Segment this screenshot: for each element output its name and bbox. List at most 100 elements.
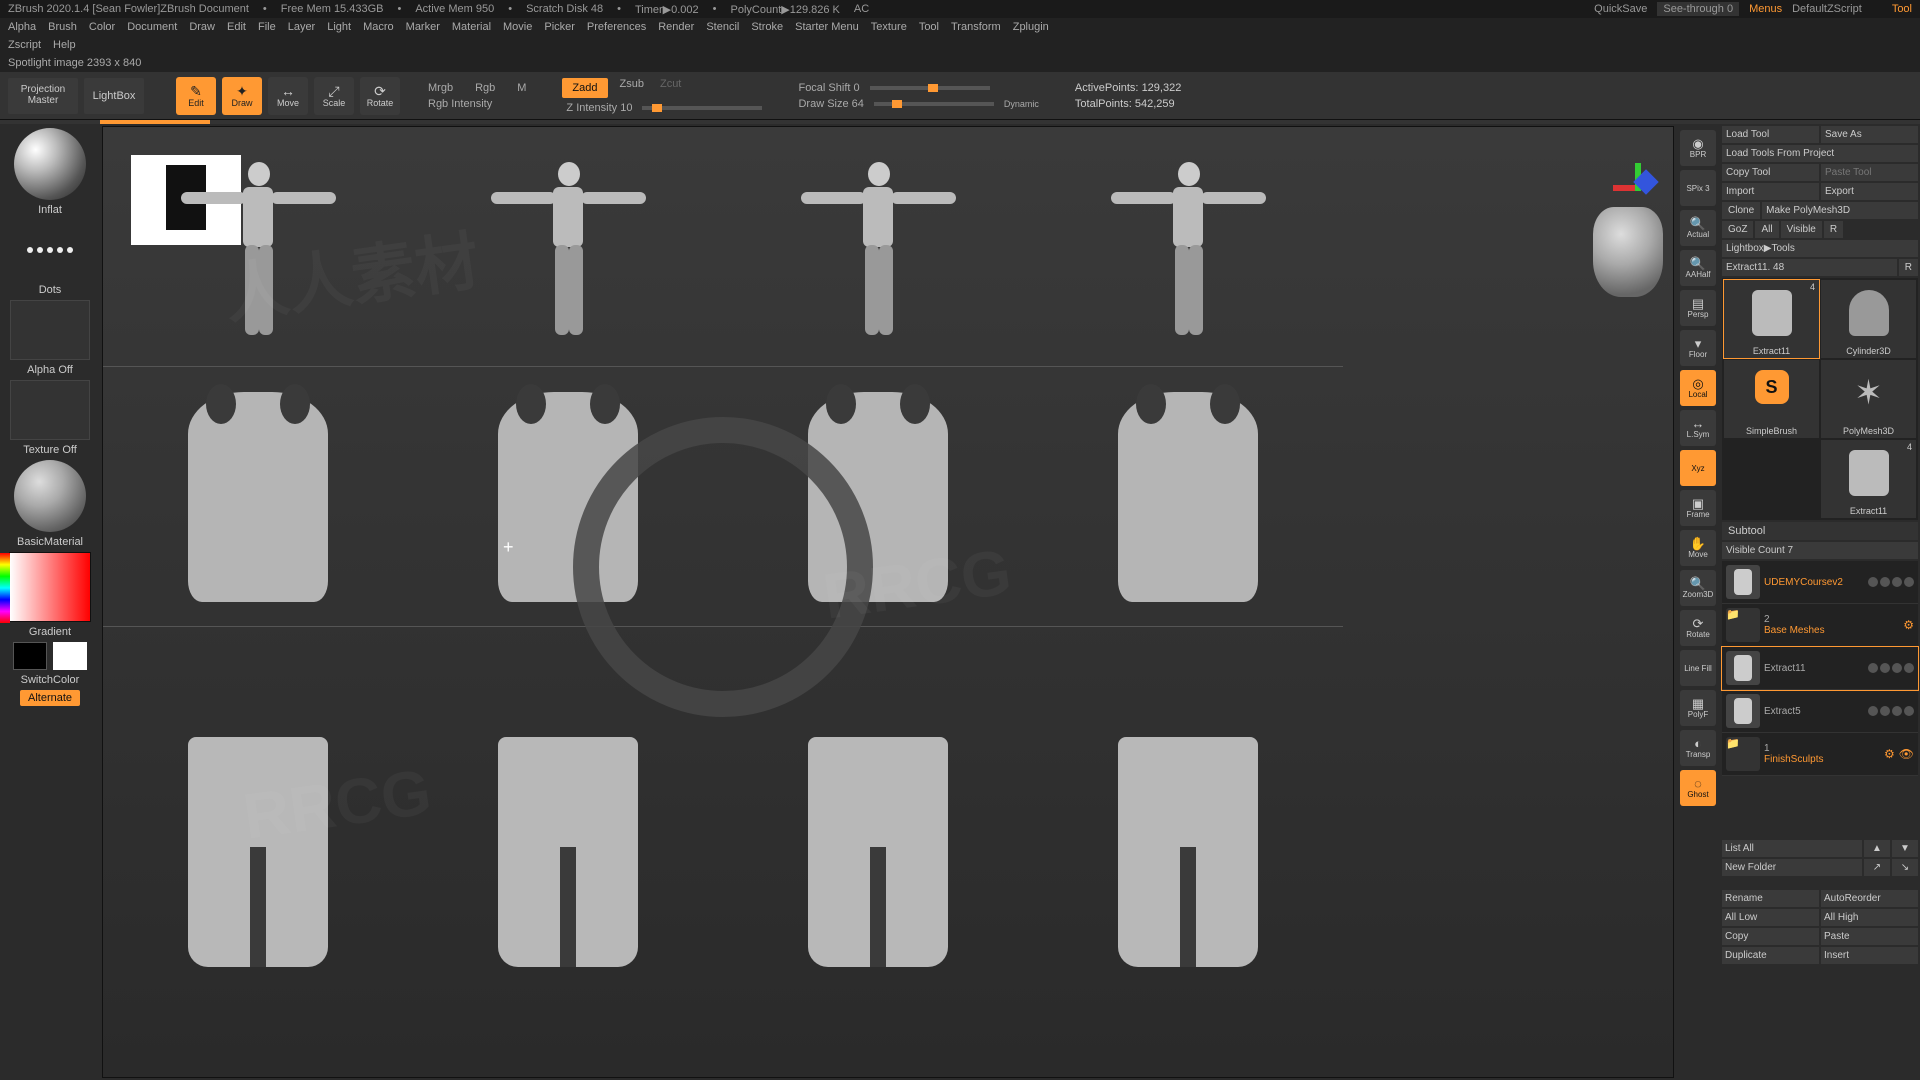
move-down-button[interactable]: ▼ (1892, 840, 1918, 857)
menu-starter[interactable]: Starter Menu (795, 21, 859, 33)
menu-zscript[interactable]: Zscript (8, 39, 41, 51)
menu-help[interactable]: Help (53, 39, 76, 51)
paste-tool-button[interactable]: Paste Tool (1821, 164, 1918, 181)
menu-draw[interactable]: Draw (189, 21, 215, 33)
xyz-button[interactable]: Xyz (1680, 450, 1716, 486)
tool-cell-simplebrush[interactable]: SSimpleBrush (1724, 360, 1819, 438)
alpha-slot[interactable] (10, 300, 90, 360)
all-low-button[interactable]: All Low (1722, 909, 1819, 926)
dynamic-label[interactable]: Dynamic (1000, 99, 1043, 109)
goz-button[interactable]: GoZ (1722, 221, 1753, 238)
menu-brush[interactable]: Brush (48, 21, 77, 33)
menu-tool[interactable]: Tool (919, 21, 939, 33)
texture-slot[interactable] (10, 380, 90, 440)
make-polymesh3d-button[interactable]: Make PolyMesh3D (1762, 202, 1918, 219)
paste-subtool-button[interactable]: Paste (1821, 928, 1918, 945)
menu-render[interactable]: Render (658, 21, 694, 33)
seethrough-slider[interactable]: See-through 0 (1657, 2, 1739, 16)
tool-cell-extract11[interactable]: 4Extract11 (1724, 280, 1819, 358)
new-folder-button[interactable]: New Folder (1722, 859, 1862, 876)
menu-edit[interactable]: Edit (227, 21, 246, 33)
save-as-button[interactable]: Save As (1821, 126, 1918, 143)
menu-color[interactable]: Color (89, 21, 115, 33)
actual-button[interactable]: 🔍Actual (1680, 210, 1716, 246)
autoreorder-button[interactable]: AutoReorder (1821, 890, 1918, 907)
draw-size-slider[interactable] (874, 102, 994, 106)
menu-light[interactable]: Light (327, 21, 351, 33)
rename-button[interactable]: Rename (1722, 890, 1819, 907)
move-up-button[interactable]: ▲ (1864, 840, 1890, 857)
floor-button[interactable]: ▾Floor (1680, 330, 1716, 366)
gradient-label[interactable]: Gradient (29, 626, 71, 638)
eye-icon[interactable]: 👁 (1899, 747, 1914, 761)
focal-shift-label[interactable]: Focal Shift 0 (794, 82, 863, 94)
menu-file[interactable]: File (258, 21, 276, 33)
insert-button[interactable]: Insert (1821, 947, 1918, 964)
quicksave-button[interactable]: QuickSave (1594, 3, 1647, 15)
spix-button[interactable]: SPix 3 (1680, 170, 1716, 206)
draw-size-label[interactable]: Draw Size 64 (794, 98, 867, 110)
lsym-button[interactable]: ↔L.Sym (1680, 410, 1716, 446)
z-intensity-slider[interactable] (642, 106, 762, 110)
lightbox-button[interactable]: LightBox (84, 78, 144, 114)
swatch-secondary[interactable] (13, 642, 47, 670)
r-button[interactable]: R (1899, 259, 1918, 276)
export-button[interactable]: Export (1821, 183, 1918, 200)
arrow-up-alt-button[interactable]: ↗ (1864, 859, 1890, 876)
rgb-button[interactable]: Rgb (471, 82, 499, 94)
zcut-button[interactable]: Zcut (656, 78, 685, 98)
import-button[interactable]: Import (1722, 183, 1819, 200)
copy-subtool-button[interactable]: Copy (1722, 928, 1819, 945)
menu-layer[interactable]: Layer (288, 21, 316, 33)
projection-master-button[interactable]: Projection Master (8, 78, 78, 114)
menu-picker[interactable]: Picker (544, 21, 575, 33)
spotlight-radial-menu[interactable] (573, 417, 873, 717)
aahalf-button[interactable]: 🔍AAHalf (1680, 250, 1716, 286)
polyf-button[interactable]: ▦PolyF (1680, 690, 1716, 726)
zoom3d-button[interactable]: 🔍Zoom3D (1680, 570, 1716, 606)
subtool-item-udemy[interactable]: UDEMYCoursev2 (1722, 561, 1918, 604)
zadd-button[interactable]: Zadd (562, 78, 607, 98)
defaultzscript-button[interactable]: DefaultZScript (1792, 3, 1862, 15)
canvas[interactable]: + 人人素材 RRCG RRCG (102, 126, 1674, 1078)
material-preview[interactable] (14, 460, 86, 532)
lightbox-tools-button[interactable]: Lightbox▶Tools (1722, 240, 1918, 257)
move-button[interactable]: ↔Move (268, 77, 308, 115)
arrow-down-alt-button[interactable]: ↘ (1892, 859, 1918, 876)
current-tool-label[interactable]: Extract11. 48 (1722, 259, 1897, 276)
menu-stencil[interactable]: Stencil (706, 21, 739, 33)
subtool-item-extract11[interactable]: Extract11 (1722, 647, 1918, 690)
gear-icon[interactable]: ⚙ (1884, 747, 1895, 761)
stroke-preview[interactable] (10, 220, 90, 280)
z-intensity-label[interactable]: Z Intensity 10 (562, 102, 636, 114)
brush-preview[interactable] (14, 128, 86, 200)
subtool-item-extract5[interactable]: Extract5 (1722, 690, 1918, 733)
persp-button[interactable]: ▤Persp (1680, 290, 1716, 326)
menus-toggle[interactable]: Menus (1749, 3, 1782, 15)
switchcolor-button[interactable]: SwitchColor (21, 674, 80, 686)
edit-button[interactable]: ✎Edit (176, 77, 216, 115)
rotate-button[interactable]: ⟳Rotate (360, 77, 400, 115)
gear-icon[interactable]: ⚙ (1903, 618, 1914, 632)
goz-visible-button[interactable]: Visible (1781, 221, 1822, 238)
tool-cell-polymesh3d[interactable]: ✶PolyMesh3D (1821, 360, 1916, 438)
frame-button[interactable]: ▣Frame (1680, 490, 1716, 526)
menu-stroke[interactable]: Stroke (751, 21, 783, 33)
rgb-intensity-label[interactable]: Rgb Intensity (424, 98, 530, 110)
scale-button[interactable]: ⤢Scale (314, 77, 354, 115)
menu-transform[interactable]: Transform (951, 21, 1001, 33)
goz-r-button[interactable]: R (1824, 221, 1843, 238)
menu-macro[interactable]: Macro (363, 21, 394, 33)
zsub-button[interactable]: Zsub (616, 78, 648, 98)
move-nav-button[interactable]: ✋Move (1680, 530, 1716, 566)
all-high-button[interactable]: All High (1821, 909, 1918, 926)
tool-cell-extract11b[interactable]: 4Extract11 (1821, 440, 1916, 518)
color-picker[interactable] (9, 552, 91, 622)
tool-header-top[interactable]: Tool (1892, 3, 1912, 15)
axis-gizmo[interactable] (1613, 163, 1663, 213)
focal-shift-slider[interactable] (870, 86, 990, 90)
linefill-button[interactable]: Line Fill (1680, 650, 1716, 686)
draw-button[interactable]: ✦Draw (222, 77, 262, 115)
subtool-folder-basemeshes[interactable]: 📁 2Base Meshes ⚙ (1722, 604, 1918, 647)
goz-all-button[interactable]: All (1755, 221, 1778, 238)
